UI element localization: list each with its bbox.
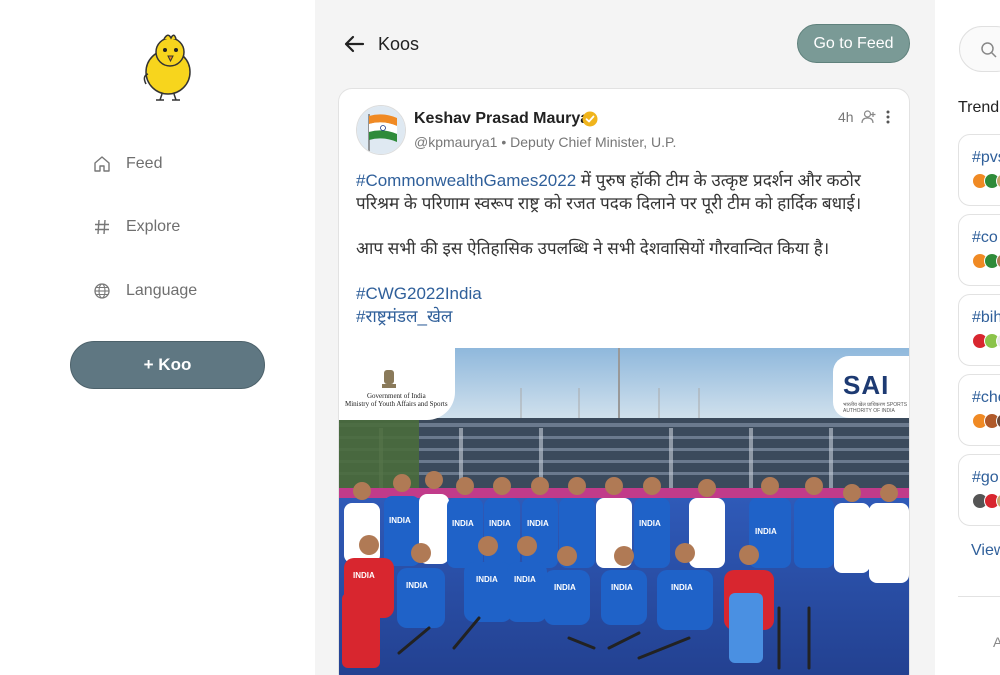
- new-koo-button[interactable]: + Koo: [70, 341, 265, 389]
- hashtag-icon: [92, 217, 112, 237]
- trend-card[interactable]: #pvs: [958, 134, 1000, 206]
- jersey-label: INDIA: [755, 527, 777, 536]
- jersey-label: INDIA: [406, 581, 428, 590]
- people-icon[interactable]: [861, 109, 877, 125]
- right-column: Trend #pvs #co #bih #che #go: [935, 0, 1000, 675]
- gov-badge-text: Government of India Ministry of Youth Af…: [345, 392, 453, 408]
- author-role: Deputy Chief Minister, U.P.: [510, 134, 677, 150]
- post-image[interactable]: INDIA INDIA INDIA INDIA INDIA INDIA INDI…: [339, 348, 909, 675]
- nav-feed-label: Feed: [126, 155, 163, 172]
- hashtag-link[interactable]: #CommonwealthGames2022: [356, 171, 576, 190]
- nav-explore[interactable]: Explore: [92, 217, 180, 237]
- trend-avatars: [972, 253, 1000, 269]
- jersey-label: INDIA: [452, 519, 474, 528]
- sai-logo-text: SAI: [843, 370, 890, 400]
- nav-language-label: Language: [126, 282, 198, 299]
- author-name[interactable]: Keshav Prasad Maurya: [414, 110, 589, 128]
- trend-avatars: [972, 493, 1000, 509]
- trend-hashtag: #che: [972, 389, 1000, 406]
- search-icon: [981, 42, 997, 58]
- gov-badge-line: Ministry of Youth Affairs and Sports: [345, 400, 448, 408]
- trend-avatars: [972, 173, 1000, 189]
- globe-icon: [92, 281, 112, 301]
- government-of-india-badge: Government of India Ministry of Youth Af…: [339, 348, 455, 420]
- meta-separator: •: [501, 134, 507, 150]
- trend-hashtag: #go: [972, 469, 999, 486]
- page-title: Koos: [378, 34, 420, 54]
- jersey-label: INDIA: [527, 519, 549, 528]
- hashtag-link[interactable]: #राष्ट्रमंडल_खेल: [356, 307, 452, 326]
- nav-feed[interactable]: Feed: [92, 154, 162, 174]
- divider: [958, 596, 1000, 597]
- go-to-feed-button[interactable]: Go to Feed: [797, 24, 910, 63]
- trend-hashtag: #pvs: [972, 149, 1000, 166]
- trend-card[interactable]: #co: [958, 214, 1000, 286]
- nav-language[interactable]: Language: [92, 281, 197, 301]
- emblem-icon: [382, 370, 396, 388]
- author-handle[interactable]: @kpmaurya1: [414, 134, 497, 150]
- trend-avatars: [972, 413, 1000, 429]
- home-icon: [92, 154, 112, 174]
- footer-text[interactable]: A: [993, 634, 1000, 650]
- trend-card[interactable]: #go: [958, 454, 1000, 526]
- author-avatar[interactable]: [356, 105, 406, 155]
- trend-card[interactable]: #che: [958, 374, 1000, 446]
- sai-logo-badge: SAI भारतीय खेल प्राधिकरण SPORTS AUTHORIT…: [833, 356, 909, 418]
- jersey-label: INDIA: [389, 516, 411, 525]
- sidebar: Feed Explore Language + Koo: [0, 0, 315, 675]
- more-options-icon[interactable]: [885, 109, 891, 125]
- jersey-label: INDIA: [639, 519, 661, 528]
- trend-hashtag: #co: [972, 229, 998, 246]
- hashtag-link[interactable]: #CWG2022India: [356, 284, 482, 303]
- trend-avatars: [972, 333, 1000, 349]
- post-text: #CommonwealthGames2022 में पुरुष हॉकी टी…: [356, 169, 896, 328]
- sai-logo-subtext: भारतीय खेल प्राधिकरण SPORTS AUTHORITY OF…: [843, 402, 908, 414]
- jersey-label: INDIA: [489, 519, 511, 528]
- trend-card[interactable]: #bih: [958, 294, 1000, 366]
- author-meta: @kpmaurya1 • Deputy Chief Minister, U.P.: [414, 134, 676, 150]
- post-timestamp: 4h: [838, 109, 854, 125]
- main-column: Koos Go to Feed Keshav Prasad Maurya @kp…: [315, 0, 935, 675]
- jersey-label: INDIA: [514, 575, 536, 584]
- trending-title: Trend: [958, 99, 1000, 116]
- view-more-link[interactable]: View: [971, 542, 1000, 560]
- jersey-label: INDIA: [353, 571, 375, 580]
- trend-hashtag: #bih: [972, 309, 1000, 326]
- nav-explore-label: Explore: [126, 218, 181, 235]
- jersey-label: INDIA: [671, 583, 693, 592]
- search-input[interactable]: [959, 26, 1000, 72]
- koo-post-card: Keshav Prasad Maurya @kpmaurya1 • Deputy…: [338, 88, 910, 675]
- gov-badge-line: Government of India: [367, 392, 426, 400]
- post-paragraph: आप सभी की इस ऐतिहासिक उपलब्धि ने सभी देश…: [356, 239, 830, 258]
- post-paragraph: #CommonwealthGames2022 में पुरुष हॉकी टी…: [356, 169, 896, 215]
- koo-logo[interactable]: [140, 30, 196, 102]
- jersey-label: INDIA: [476, 575, 498, 584]
- jersey-label: INDIA: [554, 583, 576, 592]
- jersey-label: INDIA: [611, 583, 633, 592]
- verified-badge-icon: [582, 111, 598, 127]
- arrow-left-icon[interactable]: [343, 34, 365, 54]
